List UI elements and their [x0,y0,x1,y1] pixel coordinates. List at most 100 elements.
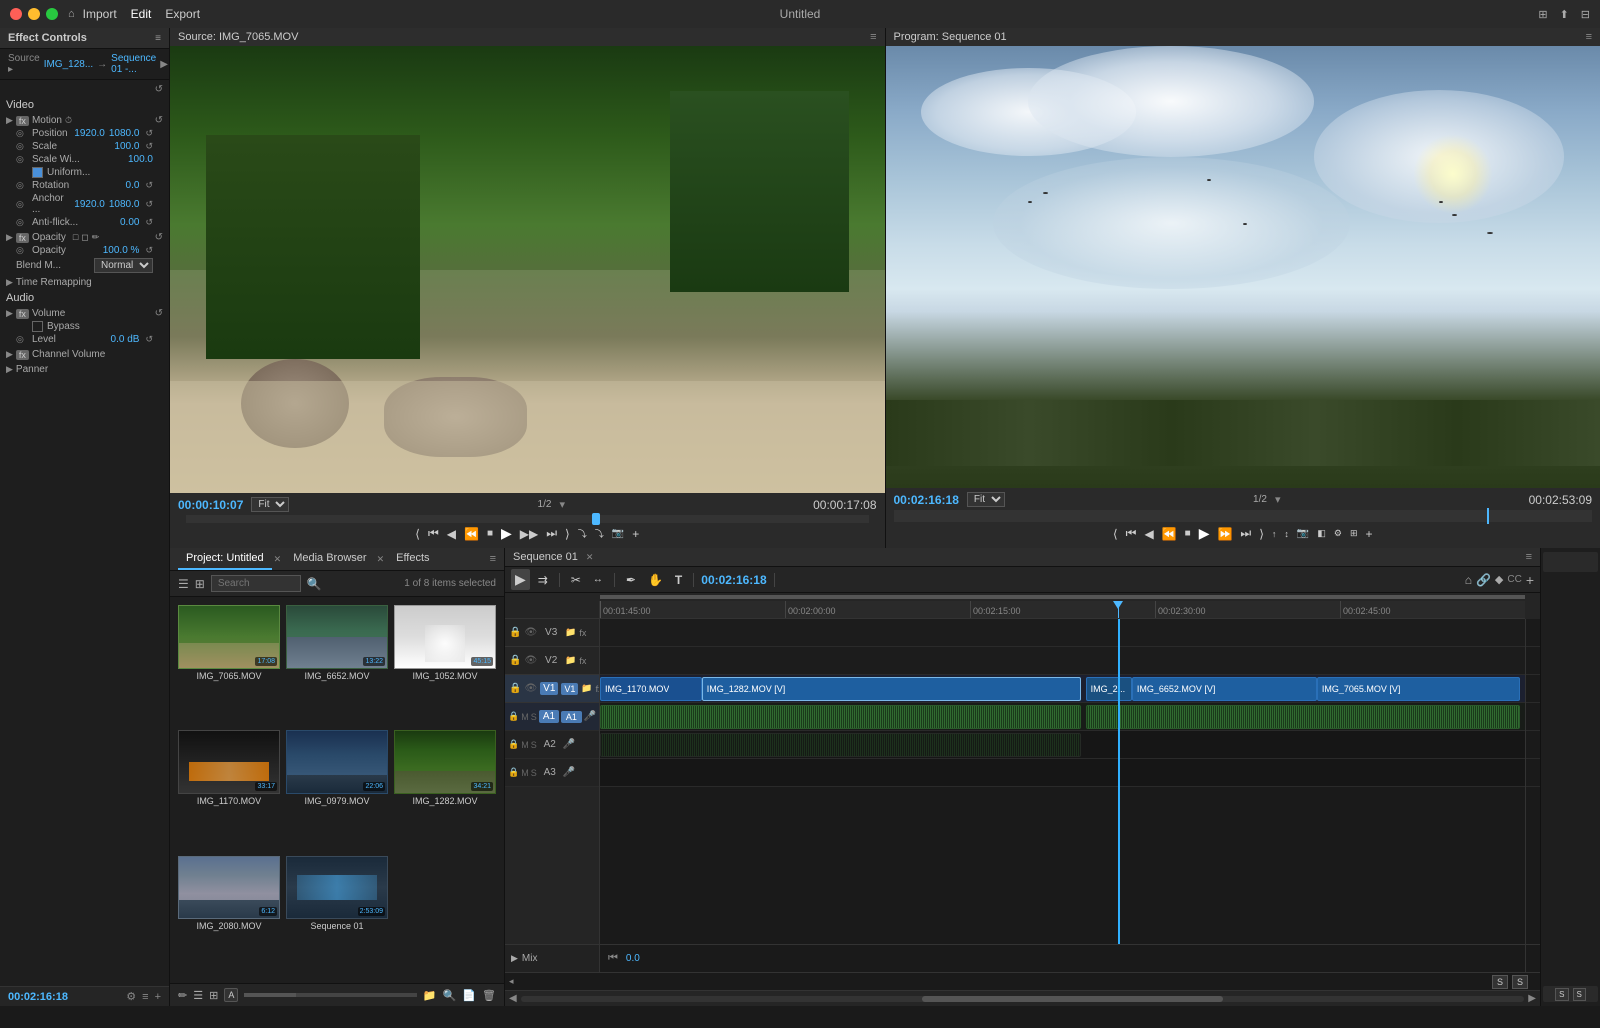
program-rewind-btn[interactable]: ⏪ [1160,525,1179,543]
program-prev-btn[interactable]: ◀ [1142,525,1155,543]
level-stopwatch-icon[interactable]: ◎ [16,334,28,345]
scroll-left-btn[interactable]: ◀ [509,993,517,1004]
source-insert-btn[interactable]: ⤵ [576,525,589,542]
project-list-view-btn[interactable]: ☰ [178,577,189,591]
source-step-fwd-btn[interactable]: ⏭ [544,524,559,543]
project-tab-media-browser[interactable]: Media Browser [285,548,374,570]
a2-mic-icon[interactable]: 🎤 [563,739,575,750]
source-prev-frame-btn[interactable]: ◀ [445,525,458,543]
anchor-stopwatch-icon[interactable]: ◎ [16,199,28,210]
v1-target-label[interactable]: V1 [561,683,578,695]
media-item-4[interactable]: 33:17 IMG_1170.MOV [178,730,280,849]
tl-snap-btn[interactable]: ⌂ [1465,573,1472,587]
scroll-thumb[interactable] [922,996,1223,1002]
tl-add-btn[interactable]: + [1526,572,1534,588]
tl-razor-tool-btn[interactable]: ✂ [567,571,585,589]
time-remapping-label[interactable]: Time Remapping [16,277,92,288]
expand-icon[interactable]: ⊞ [1538,8,1547,21]
ec-add-icon[interactable]: + [155,991,161,1003]
motion-expand-icon[interactable]: ▶ [6,115,13,126]
source-monitor-menu-btn[interactable]: ≡ [870,31,876,43]
v2-effect-icon[interactable]: fx [579,656,586,666]
ec-list-icon[interactable]: ≡ [142,991,148,1003]
tl-type-tool-btn[interactable]: T [671,571,686,589]
volume-expand-icon[interactable]: ▶ [6,308,13,319]
a1-track-content[interactable] [600,703,1525,731]
window-controls[interactable] [10,8,58,20]
program-playhead[interactable] [1487,508,1489,524]
project-panel-menu-btn[interactable]: ≡ [490,553,496,565]
tl-pen-tool-btn[interactable]: ✒ [622,571,640,589]
opacity-pen-icon[interactable]: □ [73,232,78,243]
v1-lock-icon[interactable]: 🔒 [509,683,521,694]
clip-img1282[interactable]: IMG_1282.MOV [V] [702,677,1081,701]
blend-mode-select[interactable]: Normal [94,258,153,273]
right-mini-s2-btn[interactable]: S [1573,988,1586,1001]
source-playhead[interactable] [592,513,600,525]
uniform-checkbox[interactable] [32,167,43,178]
effect-controls-menu-btn[interactable]: ≡ [155,33,161,44]
position-y-value[interactable]: 1080.0 [109,128,140,139]
media-item-1[interactable]: 17:08 IMG_7065.MOV [178,605,280,724]
project-new-item-btn[interactable]: 📄 [462,989,476,1002]
position-x-value[interactable]: 1920.0 [74,128,105,139]
anchor-x-value[interactable]: 1920.0 [74,199,105,210]
source-fraction-arrow[interactable]: ▾ [559,498,565,511]
project-icon-btn[interactable]: ⊞ [209,989,218,1002]
program-mark-in-btn[interactable]: ⟨ [1111,525,1120,543]
program-timebar[interactable] [894,510,1593,522]
tl-slip-tool-btn[interactable]: ↔ [589,572,607,587]
a1-mic-icon[interactable]: 🎤 [584,711,596,722]
menu-export[interactable]: Export [165,7,200,21]
v1-eye-icon[interactable]: 👁 [524,683,537,694]
a3-mute-icon[interactable]: S [531,768,537,778]
panner-expand-icon[interactable]: ▶ [6,364,13,375]
tl-link-btn[interactable]: 🔗 [1476,573,1491,587]
source-overwrite-btn[interactable]: ⤵ [593,525,606,542]
v1-track-content[interactable]: IMG_1170.MOV IMG_1282.MOV [V] IMG_2... I… [600,675,1525,703]
audio-clip-a2[interactable] [600,733,1081,757]
media-item-7[interactable]: 6:12 IMG_2080.MOV [178,856,280,975]
a2-lock-icon[interactable]: 🔒 [508,739,519,750]
project-list-btn[interactable]: ☰ [193,989,203,1002]
project-pencil-btn[interactable]: ✏ [178,989,187,1002]
project-icon-view-btn[interactable]: ⊞ [195,577,205,591]
project-clear-btn[interactable]: 🗑 [482,989,496,1002]
program-lift-btn[interactable]: ↑ [1270,527,1279,541]
a2-mute-icon[interactable]: S [531,740,537,750]
tl-select-tool-btn[interactable]: ▶ [511,569,530,590]
audio-clip-a1-1[interactable] [600,705,1081,729]
media-browser-tab-close-icon[interactable]: ✕ [377,554,385,565]
program-stop-btn[interactable]: ■ [1183,526,1193,541]
motion-reset-btn[interactable]: ↺ [155,115,163,126]
sequence-name[interactable]: Sequence 01 -... [111,53,156,75]
scale-value[interactable]: 100.0 [114,141,139,152]
project-auto-btn[interactable]: A [224,988,238,1002]
source-mark-out-btn[interactable]: ⟩ [563,525,572,543]
a3-mic-icon[interactable]: 🎤 [563,767,575,778]
a1-label[interactable]: A1 [539,710,559,723]
program-fullscreen-btn[interactable]: ⊞ [1348,526,1360,541]
close-button[interactable] [10,8,22,20]
program-extract-btn[interactable]: ↕ [1282,527,1291,541]
media-item-8[interactable]: 2:53:09 Sequence 01 [286,856,388,975]
anti-flicker-stopwatch-icon[interactable]: ◎ [16,217,28,228]
panner-label[interactable]: Panner [16,364,48,375]
tl-zoom-out-btn[interactable]: S [1492,975,1508,989]
motion-stopwatch-icon[interactable]: ⏱ [65,115,77,126]
opacity-ellipse-icon[interactable]: ✏ [92,232,100,243]
source-add-btn[interactable]: + [630,525,641,543]
media-item-2[interactable]: 13:22 IMG_6652.MOV [286,605,388,724]
source-zoom-select[interactable]: Fit [251,497,289,512]
scale-width-value[interactable]: 100.0 [128,154,153,165]
source-timecode[interactable]: 00:00:10:07 [178,498,243,512]
source-clip-name[interactable]: IMG_128... [44,59,93,70]
scroll-right-btn[interactable]: ▶ [1528,993,1536,1004]
media-item-3[interactable]: 45:15 IMG_1052.MOV [394,605,496,724]
program-ff-btn[interactable]: ⏩ [1215,525,1234,543]
anchor-y-value[interactable]: 1080.0 [109,199,140,210]
expand-left-btn[interactable]: ◂ [509,976,514,987]
v2-eye-icon[interactable]: 👁 [524,655,537,666]
motion-label[interactable]: Motion [32,115,62,126]
a2-track-content[interactable] [600,731,1525,759]
